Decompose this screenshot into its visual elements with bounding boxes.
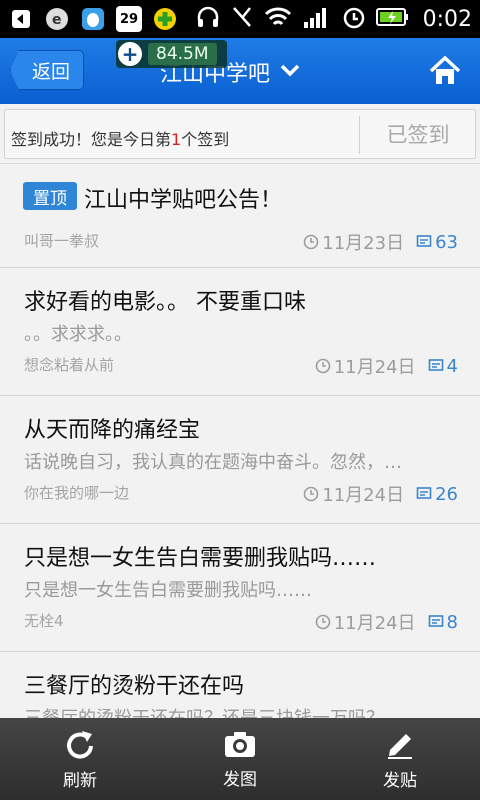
post-title: 江山中学贴吧公告！ xyxy=(84,188,283,213)
post-author: 无栓4 xyxy=(24,612,64,630)
post-author: 想念粘着从前 xyxy=(24,356,115,374)
post-meta: 11月24日 8 xyxy=(315,609,458,635)
clock-icon xyxy=(303,486,319,502)
browser-icon: e xyxy=(44,6,70,32)
chevron-down-icon xyxy=(280,63,300,82)
refresh-button[interactable]: 刷新 xyxy=(30,718,130,800)
pinned-badge: 置顶 xyxy=(23,182,77,210)
sign-in-bar: 签到成功！您是今日第1个签到 已签到 xyxy=(0,104,480,164)
back-arrow-icon xyxy=(8,6,34,32)
sign-in-rank: 1 xyxy=(171,130,182,149)
plus-icon: + xyxy=(118,42,142,66)
battery-icon xyxy=(375,6,410,32)
security-icon xyxy=(152,6,178,32)
post-meta: 11月24日 26 xyxy=(303,481,458,507)
clock-icon xyxy=(315,358,331,374)
post-excerpt: 。。求求求。。 xyxy=(24,324,132,345)
post-list: 置顶 江山中学贴吧公告！ 叫哥一拳叔 11月23日 63 求好看的电影。。 不要… xyxy=(0,164,480,780)
post-photo-button[interactable]: 发图 xyxy=(190,718,290,800)
photo-label: 发图 xyxy=(223,769,257,790)
post-date: 11月23日 xyxy=(322,233,405,254)
comment-icon xyxy=(428,615,443,627)
post-excerpt: 话说晚自习，我认真的在题海中奋斗。忽然，… xyxy=(24,452,402,473)
post-title: 三餐厅的烫粉干还在吗 xyxy=(24,674,245,699)
camera-icon xyxy=(225,731,255,757)
list-item[interactable]: 求好看的电影。。 不要重口味 。。求求求。。 想念粘着从前 11月24日 4 xyxy=(0,268,480,396)
sign-in-suffix: 个签到 xyxy=(181,130,230,149)
reply-count: 63 xyxy=(435,231,458,253)
memory-float-widget[interactable]: + 84.5M xyxy=(116,40,227,68)
list-item[interactable]: 从天而降的痛经宝 话说晚自习，我认真的在题海中奋斗。忽然，… 你在我的哪一边 1… xyxy=(0,396,480,524)
post-author: 叫哥一拳叔 xyxy=(24,232,100,250)
reply-count: 26 xyxy=(435,483,458,505)
refresh-icon xyxy=(67,730,93,759)
signal-icon xyxy=(302,4,332,34)
divider xyxy=(359,116,360,154)
clock-icon xyxy=(303,234,319,250)
post-date: 11月24日 xyxy=(333,613,416,634)
post-excerpt: 只是想一女生告白需要删我贴吗…… xyxy=(24,580,312,601)
post-title: 从天而降的痛经宝 xyxy=(24,418,201,443)
headset-icon xyxy=(195,4,221,34)
clock-time: 0:02 xyxy=(422,6,472,32)
list-item[interactable]: 置顶 江山中学贴吧公告！ 叫哥一拳叔 11月23日 63 xyxy=(0,164,480,268)
pencil-icon xyxy=(388,733,412,759)
status-bar: e 29 0:02 xyxy=(0,0,480,38)
post-meta: 11月24日 4 xyxy=(315,353,458,379)
calendar-icon: 29 xyxy=(116,6,142,32)
post-title: 求好看的电影。。 不要重口味 xyxy=(24,290,306,315)
back-button[interactable]: 返回 xyxy=(10,50,84,90)
comment-icon xyxy=(428,359,443,371)
sign-in-message: 签到成功！您是今日第1个签到 xyxy=(11,126,229,150)
sign-in-prefix: 签到成功！您是今日第 xyxy=(11,130,172,149)
reply-count: 4 xyxy=(446,355,458,377)
post-label: 发贴 xyxy=(383,770,417,791)
post-title: 只是想一女生告白需要删我贴吗…… xyxy=(24,546,377,571)
home-icon xyxy=(429,55,461,84)
qq-icon xyxy=(80,6,106,32)
post-date: 11月24日 xyxy=(333,357,416,378)
svg-text:e: e xyxy=(52,12,62,28)
memory-value: 84.5M xyxy=(148,43,217,65)
refresh-label: 刷新 xyxy=(63,770,97,791)
post-author: 你在我的哪一边 xyxy=(24,484,130,502)
list-item[interactable]: 只是想一女生告白需要删我贴吗…… 只是想一女生告白需要删我贴吗…… 无栓4 11… xyxy=(0,524,480,652)
comment-icon xyxy=(416,235,432,247)
new-post-button[interactable]: 发贴 xyxy=(350,718,450,800)
comment-icon xyxy=(416,487,432,499)
bottom-toolbar: 刷新 发图 发贴 xyxy=(0,718,480,800)
alarm-icon xyxy=(341,4,367,34)
app-header: 返回 江山中学吧 xyxy=(0,38,480,104)
post-meta: 11月23日 63 xyxy=(303,229,458,255)
no-signal-icon xyxy=(230,4,254,34)
post-date: 11月24日 xyxy=(322,485,405,506)
sign-in-panel: 签到成功！您是今日第1个签到 已签到 xyxy=(4,109,476,159)
signed-in-button[interactable]: 已签到 xyxy=(361,110,475,158)
wifi-icon xyxy=(263,4,293,34)
clock-icon xyxy=(315,614,331,630)
home-button[interactable] xyxy=(428,54,462,88)
reply-count: 8 xyxy=(446,611,458,633)
